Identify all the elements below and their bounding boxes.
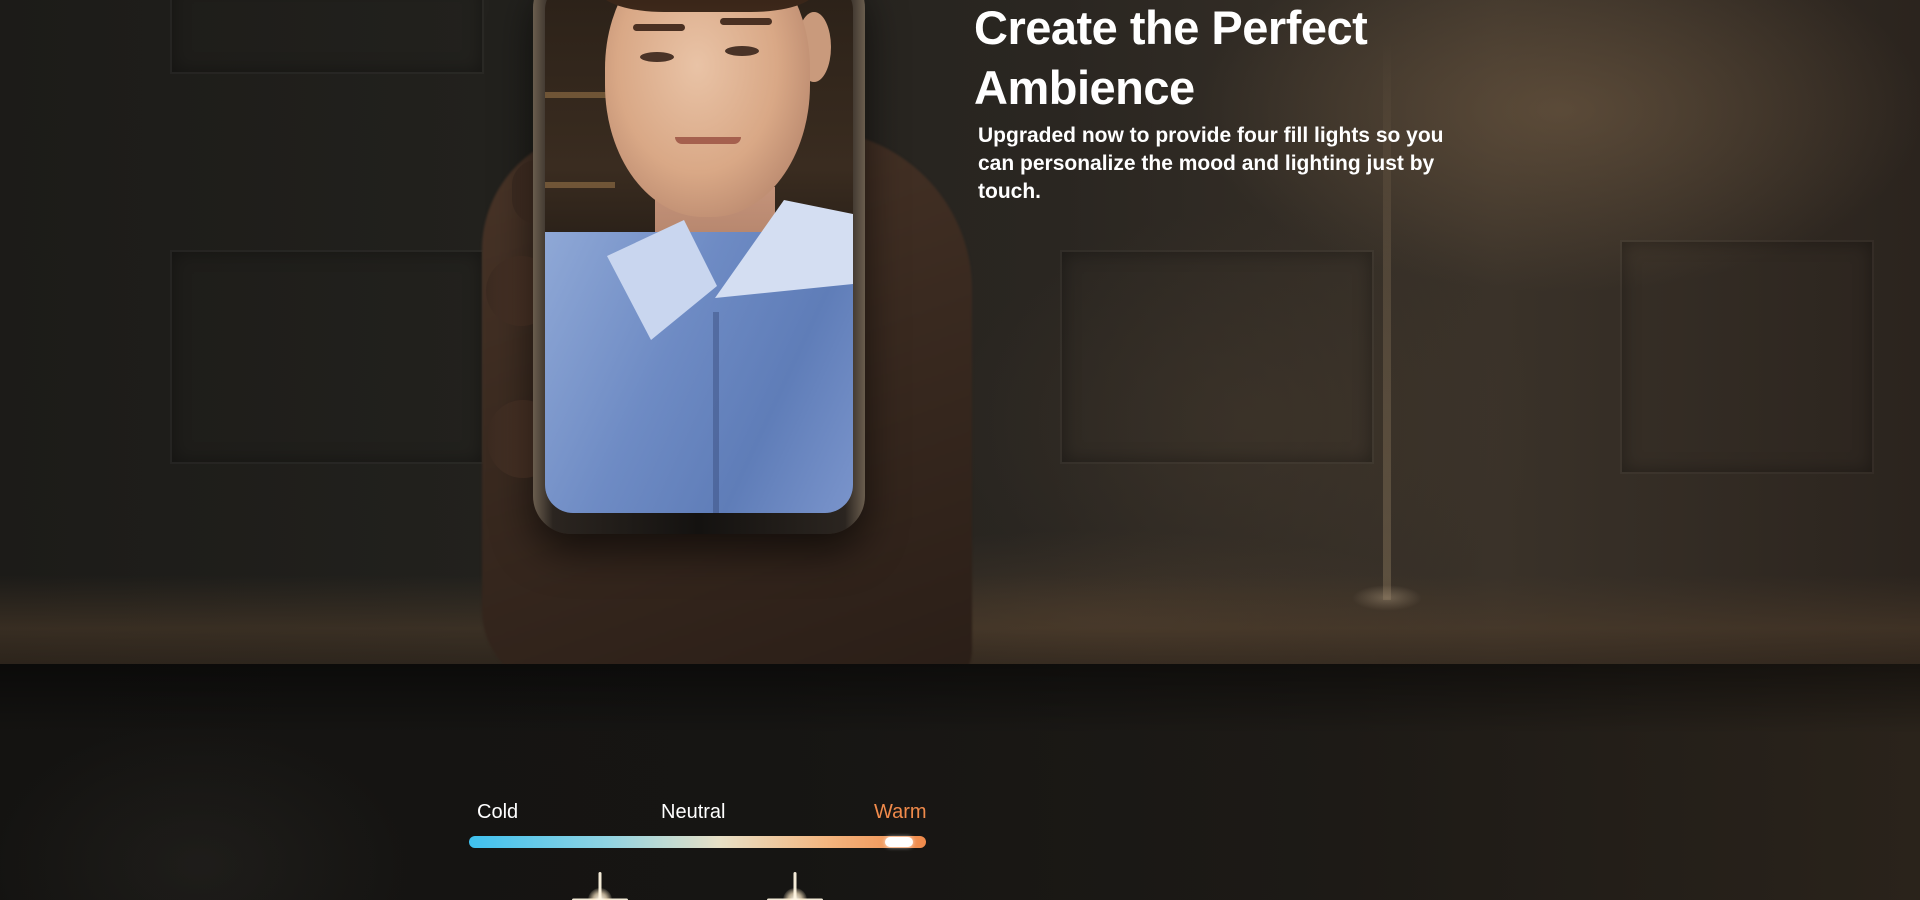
portrait-shirt-placket (713, 312, 719, 513)
portrait-brow (633, 24, 685, 31)
portrait-face (605, 0, 810, 217)
color-temperature-section (0, 664, 1920, 900)
background-shelf (545, 182, 615, 188)
hero-body-text: Upgraded now to provide four fill lights… (978, 124, 1444, 203)
sparkle-glow (783, 888, 807, 900)
wall-panel (1060, 250, 1374, 464)
portrait-eye (640, 52, 674, 62)
portrait-mouth (675, 137, 741, 144)
neutral-label[interactable]: Neutral (661, 800, 725, 824)
phone-screen-portrait (545, 0, 853, 513)
cold-label[interactable]: Cold (477, 800, 518, 824)
section-shade (0, 664, 1920, 734)
color-temperature-slider[interactable] (469, 836, 926, 848)
wall-panel (170, 250, 484, 464)
portrait-brow (720, 18, 772, 25)
page: Create the Perfect Ambience Upgraded now… (0, 0, 1920, 900)
fill-light-sparkle-icon (765, 870, 825, 900)
smartphone (533, 0, 865, 534)
sparkle-glow (588, 888, 612, 900)
fill-light-sparkle-icon (570, 870, 630, 900)
warm-label[interactable]: Warm (874, 800, 927, 824)
wall-panel (1620, 240, 1874, 474)
hero-section: Create the Perfect Ambience Upgraded now… (0, 0, 1920, 664)
hero-headline: Create the Perfect Ambience (974, 1, 1368, 114)
wall-panel (170, 0, 484, 74)
portrait-eye (725, 46, 759, 56)
slider-handle[interactable] (884, 837, 913, 847)
